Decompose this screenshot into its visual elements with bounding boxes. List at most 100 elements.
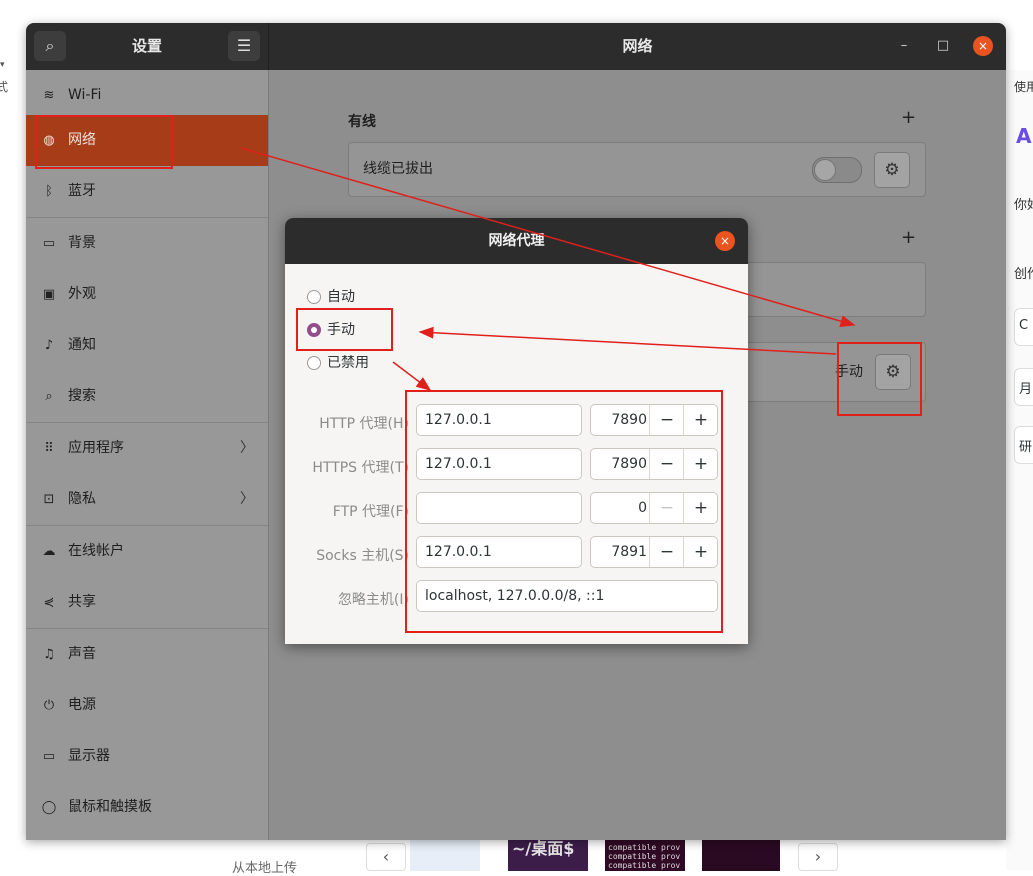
sidebar-item-sharing[interactable]: ⋞ 共享 [26,577,268,628]
add-wired-icon[interactable]: + [901,107,916,128]
ignore-hosts-input[interactable]: localhost, 127.0.0.0/8, ::1 [416,580,718,612]
increment-button[interactable]: + [683,493,718,523]
ftp-proxy-label: FTP 代理(F) [332,504,409,520]
wired-settings-gear-icon[interactable]: ⚙ [874,152,910,188]
sidebar-item-bluetooth[interactable]: ᛒ 蓝牙 [26,166,268,217]
bg-pill-1: C [1014,308,1033,346]
sidebar-item-label: 声音 [68,646,96,662]
decrement-button[interactable]: − [649,449,684,479]
apps-icon: ⠿ [44,441,54,456]
socks-port-stepper[interactable]: 7891 − + [590,536,718,568]
thumbnail-1[interactable] [410,839,480,871]
http-port-value[interactable]: 7890 [591,405,647,435]
sidebar-item-applications[interactable]: ⠿ 应用程序 〉 [26,423,268,474]
https-proxy-port-stepper[interactable]: 7890 − + [590,448,718,480]
add-vpn-icon[interactable]: + [901,227,916,248]
sidebar-item-displays[interactable]: ▭ 显示器 [26,731,268,782]
http-proxy-host-input[interactable]: 127.0.0.1 [416,404,582,436]
wired-toggle[interactable] [812,157,862,183]
search-icon: ⌕ [45,389,53,404]
sidebar-item-appearance[interactable]: ▣ 外观 [26,269,268,320]
background-right-panel: 使用 A 你好 创作 C 月 研 [1006,70,1033,870]
sidebar-item-label: Wi-Fi [68,87,102,103]
ftp-proxy-port-stepper[interactable]: 0 − + [590,492,718,524]
cloud-icon: ☁ [42,544,56,559]
radio-auto-label: 自动 [327,289,355,305]
thumbnail-4[interactable] [702,839,780,871]
increment-button[interactable]: + [683,405,718,435]
dialog-close-icon[interactable]: × [715,231,735,251]
maximize-icon[interactable]: □ [932,35,954,57]
decrement-button[interactable]: − [649,405,684,435]
sidebar-item-network[interactable]: ◍ 网络 [26,115,268,166]
background-icon: ▭ [42,236,56,251]
increment-button[interactable]: + [683,449,718,479]
sidebar-item-sound[interactable]: ♫ 声音 [26,629,268,680]
sidebar-item-label: 搜索 [68,388,96,404]
prev-arrow-icon[interactable]: ‹ [366,843,406,871]
wired-status: 线缆已拔出 [363,161,433,177]
minimize-icon[interactable]: – [893,35,915,57]
wired-section-title: 有线 [348,114,376,130]
titlebar-sidebar-section: ⌕ 设置 ☰ [26,23,269,70]
bg-pill-2: 月 [1014,368,1033,406]
titlebar: ⌕ 设置 ☰ 网络 – □ × [26,23,1006,70]
proxy-settings-gear-icon[interactable]: ⚙ [875,354,911,390]
network-icon: ◍ [43,133,55,148]
upload-label[interactable]: 从本地上传 [232,857,297,876]
sidebar-item-label: 外观 [68,286,96,302]
sidebar-item-background[interactable]: ▭ 背景 [26,218,268,269]
lock-icon: ⊡ [43,492,55,507]
sidebar-item-mouse-touchpad[interactable]: ◯ 鼠标和触摸板 [26,782,268,833]
wifi-icon: ≋ [43,88,55,103]
bg-text-use: 使用 [1014,80,1033,94]
mouse-icon: ◯ [41,800,57,815]
decrement-button[interactable]: − [649,493,684,523]
sidebar-item-power[interactable]: ⏻ 电源 [26,680,268,731]
ftp-port-value[interactable]: 0 [591,493,647,523]
socks-host-label: Socks 主机(S) [316,548,409,564]
wired-connection-row: 线缆已拔出 ⚙ [348,142,926,197]
next-arrow-icon[interactable]: › [798,843,838,871]
https-port-value[interactable]: 7890 [591,449,647,479]
decrement-button[interactable]: − [649,537,684,567]
bg-text-create: 创作 [1014,267,1033,282]
http-proxy-port-stepper[interactable]: 7890 − + [590,404,718,436]
music-icon: ♫ [43,647,55,662]
sidebar-item-online-accounts[interactable]: ☁ 在线帐户 [26,526,268,577]
sidebar-item-label: 应用程序 [68,440,124,456]
https-proxy-host-input[interactable]: 127.0.0.1 [416,448,582,480]
socks-host-input[interactable]: 127.0.0.1 [416,536,582,568]
proxy-status: 手动 [835,364,863,380]
sidebar-item-wifi[interactable]: ≋ Wi-Fi [26,70,268,121]
sidebar-item-label: 通知 [68,337,96,353]
sidebar-item-label: 鼠标和触摸板 [68,799,152,815]
proxy-dialog: 网络代理 × 自动 手动 已禁用 HTTP 代理(H) 127.0.0.1 78… [285,218,748,644]
sidebar-item-label: 蓝牙 [68,183,96,199]
radio-disabled-label: 已禁用 [327,355,369,371]
ignore-hosts-label: 忽略主机(I) [337,592,409,608]
sidebar-title: 设置 [131,37,162,55]
bell-icon: ♪ [44,338,54,353]
sidebar-item-label: 电源 [68,697,96,713]
radio-indicator [307,356,321,370]
ftp-proxy-host-input[interactable] [416,492,582,524]
menu-icon[interactable]: ☰ [228,31,260,61]
sidebar: ≋ Wi-Fi ◍ 网络 ᛒ 蓝牙 ▭ 背景 ▣ 外观 ♪ 通知 ⌕ 搜索 ⠿ … [26,70,269,840]
search-icon[interactable]: ⌕ [34,31,66,61]
bg-text-hello: 你好 [1014,198,1033,213]
thumbnail-3[interactable]: compatible prov compatible prov compatib… [605,839,685,871]
close-icon[interactable]: × [973,36,993,56]
radio-indicator [307,290,321,304]
sidebar-item-privacy[interactable]: ⊡ 隐私 〉 [26,474,268,525]
increment-button[interactable]: + [683,537,718,567]
dialog-title: 网络代理 [285,218,748,264]
chevron-right-icon: 〉 [240,440,254,456]
socks-port-value[interactable]: 7891 [591,537,647,567]
http-proxy-label: HTTP 代理(H) [319,416,409,432]
background-bottom-bar: 从本地上传 ‹ ~/桌面$ compatible prov compatible… [60,838,1000,876]
thumbnail-2[interactable]: ~/桌面$ [508,839,588,871]
sidebar-item-notifications[interactable]: ♪ 通知 [26,320,268,371]
power-icon: ⏻ [43,698,55,713]
sidebar-item-search[interactable]: ⌕ 搜索 [26,371,268,422]
